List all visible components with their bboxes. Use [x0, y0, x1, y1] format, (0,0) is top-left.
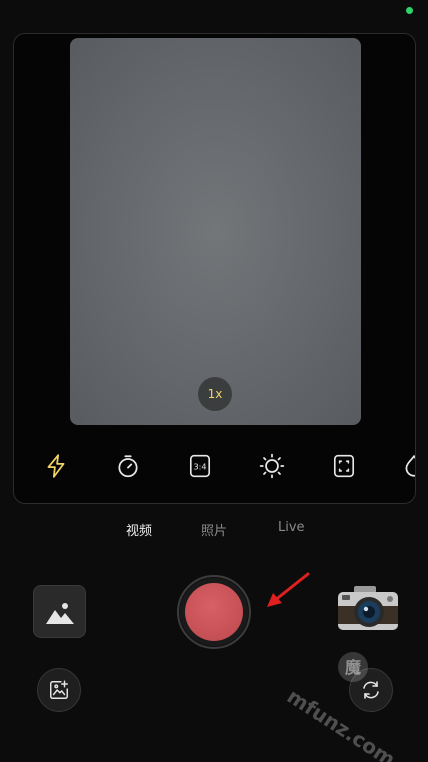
- camera-icon[interactable]: [336, 584, 400, 632]
- gallery-button[interactable]: [33, 585, 86, 638]
- add-photo-icon: [50, 680, 68, 699]
- zoom-button[interactable]: 1x: [198, 377, 232, 411]
- filter-button[interactable]: [400, 452, 415, 480]
- svg-text:3:4: 3:4: [193, 461, 206, 471]
- timer-button[interactable]: [114, 452, 142, 480]
- mode-photo[interactable]: 照片: [201, 520, 227, 539]
- camera-preview-panel: 1x 3:4: [13, 33, 416, 504]
- mode-video[interactable]: 视频: [126, 520, 152, 539]
- viewfinder[interactable]: 1x: [70, 38, 361, 425]
- filter-icon: [405, 454, 415, 477]
- switch-camera-icon: [363, 681, 379, 699]
- red-arrow-annotation: [267, 572, 310, 607]
- brightness-icon: [259, 453, 285, 479]
- add-photo-button[interactable]: [37, 668, 81, 712]
- aspect-ratio-button[interactable]: 3:4: [186, 452, 214, 480]
- mode-live[interactable]: Live: [278, 520, 305, 535]
- camera-toolbar: 3:4: [14, 446, 415, 486]
- mode-selector: 视频 照片 Live: [0, 520, 428, 540]
- shutter-button[interactable]: [177, 575, 251, 649]
- frame-icon: [333, 454, 355, 478]
- flash-icon: [47, 454, 65, 478]
- switch-camera-button[interactable]: [349, 668, 393, 712]
- status-indicator-dot: [406, 7, 413, 14]
- frame-button[interactable]: [330, 452, 358, 480]
- aspect-ratio-icon: 3:4: [189, 454, 211, 478]
- shutter-record-core[interactable]: [185, 583, 243, 641]
- flash-button[interactable]: [42, 452, 70, 480]
- timer-icon: [118, 455, 138, 478]
- brightness-button[interactable]: [258, 452, 286, 480]
- image-icon: [45, 602, 74, 624]
